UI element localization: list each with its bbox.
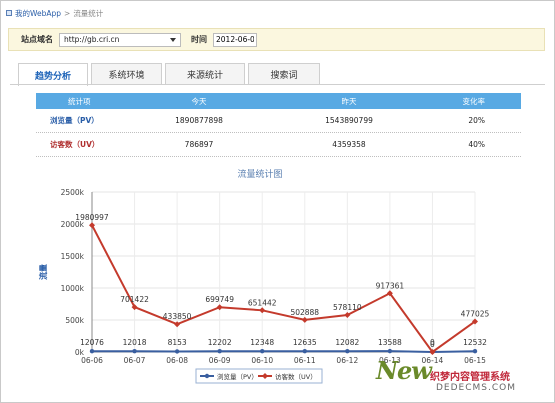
data-label: 651442	[248, 298, 277, 307]
x-tick-label: 06-08	[166, 356, 188, 365]
table-row: 访客数（UV） 786897 4359358 40%	[36, 133, 521, 157]
legend-label: 浏览量（PV）	[217, 372, 258, 381]
breadcrumb-home-link[interactable]: 我的WebApp	[15, 8, 61, 19]
data-point	[302, 348, 307, 354]
domain-select[interactable]: http://gb.cri.cn	[59, 32, 181, 47]
data-point	[132, 349, 137, 354]
legend-label: 访客数（UV）	[275, 372, 317, 381]
data-label: 12532	[463, 338, 487, 347]
data-point	[216, 304, 223, 311]
legend-marker	[204, 373, 210, 379]
watermark-domain: DEDECMS.COM	[436, 383, 516, 393]
traffic-line-chart: 流量统计图 流量 0k500k1000k1500k2000k2500k06-06…	[38, 168, 490, 384]
header-change: 变化率	[462, 96, 486, 106]
x-tick-label: 06-11	[294, 356, 316, 365]
data-label: 701422	[120, 295, 149, 304]
y-tick-label: 1500k	[61, 252, 85, 261]
tab-divider	[10, 84, 545, 85]
data-label: 0	[430, 340, 435, 349]
row-today: 1890877898	[175, 116, 223, 125]
x-tick-label: 06-06	[81, 356, 103, 365]
tab-bar: 趋势分析 系统环境 来源统计 搜索词	[18, 63, 320, 86]
data-point	[89, 349, 95, 354]
data-point	[387, 348, 393, 354]
data-label: 12076	[80, 338, 104, 347]
data-label: 502888	[290, 308, 319, 317]
data-label: 8153	[168, 338, 187, 347]
chevron-down-icon	[170, 37, 176, 42]
row-yesterday: 4359358	[332, 140, 366, 149]
data-label: 12082	[335, 338, 359, 347]
y-tick-label: 500k	[65, 316, 84, 325]
watermark-text: 织梦内容管理系统	[430, 372, 510, 383]
data-point	[345, 349, 350, 354]
data-label: 12018	[123, 338, 147, 347]
data-point	[472, 348, 478, 354]
time-label: 时间	[191, 35, 207, 44]
breadcrumb-current: 流量统计	[73, 8, 104, 18]
row-yesterday: 1543890799	[325, 116, 373, 125]
data-point	[217, 349, 222, 354]
tab-trend[interactable]: 趋势分析	[18, 63, 88, 86]
data-label: 433850	[163, 312, 192, 321]
data-label: 1980997	[75, 213, 109, 222]
row-label: 浏览量（PV）	[50, 116, 99, 125]
data-label: 12348	[250, 338, 274, 347]
home-icon	[6, 10, 12, 16]
data-point	[174, 349, 180, 354]
data-label: 13588	[378, 338, 402, 347]
data-point	[301, 316, 308, 323]
data-label: 477025	[461, 309, 490, 318]
x-tick-label: 06-07	[124, 356, 146, 365]
data-label: 578110	[333, 303, 362, 312]
data-point	[174, 321, 181, 328]
domain-label: 站点域名	[21, 35, 53, 44]
date-input[interactable]	[213, 32, 257, 47]
table-header: 统计项 今天 昨天 变化率	[36, 93, 521, 109]
y-tick-label: 1000k	[61, 284, 85, 293]
row-change: 20%	[468, 116, 485, 125]
x-tick-label: 06-10	[251, 356, 273, 365]
row-change: 40%	[468, 140, 485, 149]
header-item: 统计项	[68, 96, 91, 106]
series-line	[91, 224, 476, 354]
data-label: 12202	[208, 338, 232, 347]
data-label: 917361	[376, 281, 405, 290]
y-tick-label: 2500k	[61, 188, 85, 197]
row-today: 786897	[184, 140, 214, 149]
tab-source[interactable]: 来源统计	[165, 63, 245, 85]
tab-search-words[interactable]: 搜索词	[248, 63, 320, 85]
y-axis-label: 流量	[38, 264, 48, 280]
stats-table: 统计项 今天 昨天 变化率 浏览量（PV） 1890877898 1543890…	[36, 93, 521, 157]
data-label: 12635	[293, 338, 317, 347]
data-point	[260, 349, 265, 354]
x-tick-label: 06-12	[336, 356, 358, 365]
breadcrumb-separator: >	[64, 8, 71, 18]
breadcrumb: 我的WebApp > 流量统计	[6, 6, 103, 20]
chart-title: 流量统计图	[237, 168, 282, 180]
row-label: 访客数（UV）	[50, 140, 100, 149]
watermark-logo: New	[376, 356, 432, 385]
header-today: 今天	[191, 96, 207, 106]
data-label: 699749	[205, 295, 234, 304]
filter-bar: 站点域名 http://gb.cri.cn 时间	[8, 28, 545, 51]
domain-select-value: http://gb.cri.cn	[64, 35, 120, 44]
data-point	[259, 307, 266, 314]
x-tick-label: 06-15	[464, 356, 486, 365]
tab-system[interactable]: 系统环境	[91, 63, 162, 85]
header-yesterday: 昨天	[341, 96, 357, 106]
table-row: 浏览量（PV） 1890877898 1543890799 20%	[36, 109, 521, 133]
x-tick-label: 06-09	[209, 356, 231, 365]
series-line	[91, 350, 476, 354]
